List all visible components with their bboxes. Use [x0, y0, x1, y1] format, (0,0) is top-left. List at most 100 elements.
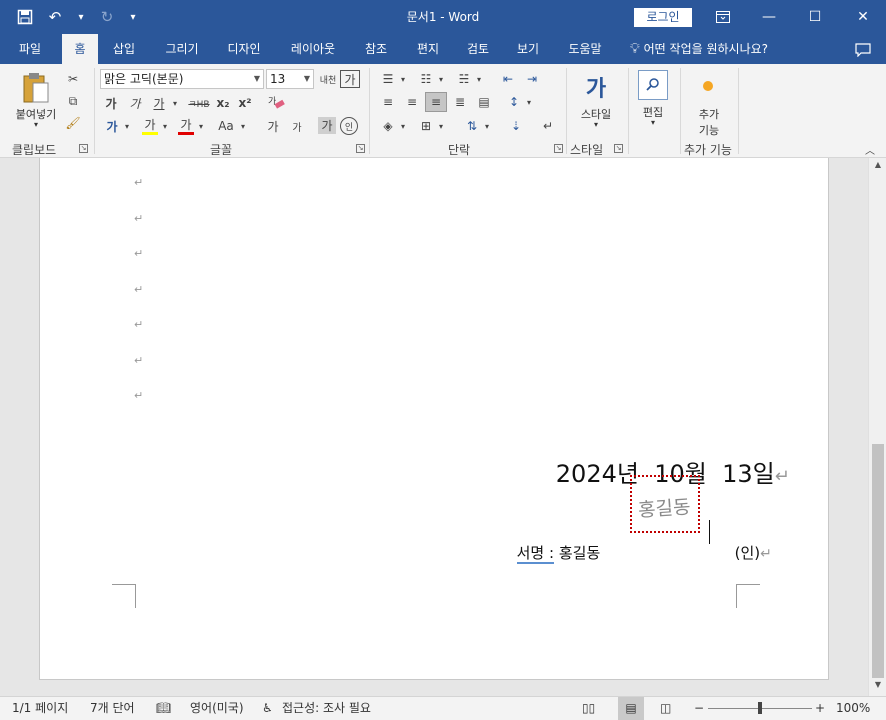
customize-qat-icon[interactable]: ▾ [126, 6, 140, 28]
add-ins-label-line2[interactable]: 기능 [686, 122, 732, 138]
numbering-icon[interactable]: ☷ [416, 70, 436, 88]
copy-icon[interactable]: ⧉ [64, 92, 82, 110]
paste-icon[interactable] [18, 70, 54, 106]
save-icon[interactable] [14, 6, 36, 28]
font-size-select[interactable]: 13 ▼ [266, 69, 314, 89]
font-color-dropdown-icon[interactable]: ▾ [196, 116, 206, 136]
bullets-dropdown-icon[interactable]: ▾ [398, 70, 408, 88]
styles-launcher-icon[interactable]: ↘ [614, 144, 623, 153]
minimize-button[interactable]: — [746, 0, 792, 34]
close-button[interactable]: ✕ [840, 0, 886, 34]
format-painter-icon[interactable]: 🖌︎ [64, 114, 82, 132]
grow-font-button[interactable]: 가 [264, 116, 282, 136]
read-mode-icon[interactable]: ▯▯ [582, 697, 595, 720]
align-right-icon[interactable]: ≡ [425, 92, 447, 112]
strikethrough-button[interactable]: ㅋHB [186, 94, 212, 112]
shrink-font-button[interactable]: 가 [288, 116, 306, 136]
change-case-dropdown-icon[interactable]: ▾ [238, 116, 248, 136]
line-spacing-icon[interactable]: ↕ [504, 93, 524, 111]
font-color-button[interactable]: 가 [176, 116, 196, 136]
borders-dropdown-icon[interactable]: ▾ [436, 116, 446, 136]
enclose-characters-button[interactable]: 인 [340, 117, 358, 135]
tab-draw[interactable]: 그리기 [154, 34, 210, 64]
font-launcher-icon[interactable]: ↘ [356, 144, 365, 153]
font-name-select[interactable]: 맑은 고딕(본문) ▼ [100, 69, 264, 89]
multilevel-dropdown-icon[interactable]: ▾ [474, 70, 484, 88]
tell-me-box[interactable]: 💡︎ 어떤 작업을 원하시나요? [630, 34, 806, 64]
clipboard-launcher-icon[interactable]: ↘ [79, 144, 88, 153]
accessibility-icon[interactable]: ♿︎ [262, 697, 273, 720]
language-indicator[interactable]: 영어(미국) [190, 697, 244, 720]
underline-button[interactable]: 가 [150, 94, 168, 112]
tab-design[interactable]: 디자인 [218, 34, 270, 64]
tab-file[interactable]: 파일 [8, 34, 52, 64]
bold-button[interactable]: 가 [102, 94, 120, 112]
cut-icon[interactable]: ✂ [64, 70, 82, 88]
add-ins-label-line1[interactable]: 추가 [686, 106, 732, 122]
italic-button[interactable]: 가 [126, 94, 144, 112]
collapse-ribbon-icon[interactable]: ︿ [862, 142, 878, 157]
tab-view[interactable]: 보기 [508, 34, 548, 64]
shading-icon[interactable]: ◈ [378, 116, 398, 136]
scroll-up-icon[interactable]: ▲ [871, 160, 885, 174]
justify-icon[interactable]: ≣ [450, 93, 470, 111]
tab-review[interactable]: 검토 [456, 34, 500, 64]
change-case-button[interactable]: Aa [214, 116, 238, 136]
print-layout-icon[interactable]: ▤ [618, 697, 644, 720]
character-shading-button[interactable]: 가 [318, 117, 336, 134]
subscript-button[interactable]: x₂ [214, 94, 232, 112]
sort-dropdown-icon[interactable]: ▾ [482, 116, 492, 136]
paste-dropdown-icon[interactable]: ▾ [8, 120, 64, 129]
text-effects-dropdown-icon[interactable]: ▾ [122, 116, 132, 136]
tab-insert[interactable]: 삽입 [104, 34, 144, 64]
underline-dropdown-icon[interactable]: ▾ [170, 94, 180, 112]
align-center-icon[interactable]: ≡ [402, 93, 422, 111]
tab-home[interactable]: 홈 [62, 34, 98, 64]
signature-line[interactable]: 서명 : 홍길동 [488, 524, 600, 581]
line-spacing-dropdown-icon[interactable]: ▾ [524, 93, 534, 111]
zoom-slider-thumb[interactable] [758, 702, 762, 714]
web-layout-icon[interactable]: ◫ [660, 697, 671, 720]
highlight-color-button[interactable]: 가 [140, 116, 160, 136]
zoom-out-button[interactable]: − [694, 697, 704, 720]
zoom-in-button[interactable]: + [815, 697, 825, 720]
multilevel-list-icon[interactable]: ☵ [454, 70, 474, 88]
paragraph-launcher-icon[interactable]: ↘ [554, 144, 563, 153]
tab-references[interactable]: 참조 [354, 34, 398, 64]
bullets-icon[interactable]: ☰ [378, 70, 398, 88]
borders-icon[interactable]: ⊞ [416, 116, 436, 136]
highlight-dropdown-icon[interactable]: ▾ [160, 116, 170, 136]
zoom-level[interactable]: 100% [836, 697, 870, 720]
tab-layout[interactable]: 레이아웃 [280, 34, 346, 64]
numbering-dropdown-icon[interactable]: ▾ [436, 70, 446, 88]
page-count[interactable]: 1/1 페이지 [12, 697, 68, 720]
accessibility-status[interactable]: 접근성: 조사 필요 [282, 697, 371, 720]
document-page[interactable]: ↵ ↵ ↵ ↵ ↵ ↵ ↵ 2024년 10월 13일↵ 홍길동 서명 : 홍길… [39, 158, 829, 680]
maximize-button[interactable]: ☐ [792, 0, 838, 34]
scrollbar-thumb[interactable] [872, 444, 884, 678]
shading-dropdown-icon[interactable]: ▾ [398, 116, 408, 136]
comments-icon[interactable] [848, 34, 878, 64]
hanja-convert-icon[interactable]: 내천 [318, 70, 338, 88]
decrease-indent-icon[interactable]: ⇤ [498, 70, 518, 88]
undo-icon[interactable]: ↶ [44, 6, 66, 28]
text-effects-icon[interactable]: 가 [102, 116, 122, 136]
styles-dropdown-icon[interactable]: ▾ [570, 120, 622, 129]
asian-layout-icon[interactable]: ⇣ [506, 116, 526, 136]
sort-icon[interactable]: ⇅ [462, 116, 482, 136]
search-icon[interactable] [638, 70, 668, 100]
tab-help[interactable]: 도움말 [558, 34, 612, 64]
scroll-down-icon[interactable]: ▼ [871, 680, 885, 694]
word-count[interactable]: 7개 단어 [90, 697, 135, 720]
vertical-scrollbar[interactable]: ▲ ▼ [868, 158, 886, 696]
signature-image-box[interactable]: 홍길동 [630, 475, 700, 533]
styles-gallery-icon[interactable]: 가 [580, 70, 612, 104]
distributed-icon[interactable]: ▤ [474, 93, 494, 111]
proofing-icon[interactable]: 📖︎ [156, 697, 171, 720]
align-left-icon[interactable]: ≡ [378, 93, 398, 111]
redo-icon[interactable]: ↻ [96, 6, 118, 28]
ribbon-display-options-icon[interactable] [700, 0, 746, 34]
show-marks-icon[interactable]: ↵ [538, 116, 558, 136]
editing-dropdown-icon[interactable]: ▾ [632, 118, 674, 127]
login-button[interactable]: 로그인 [634, 8, 692, 27]
